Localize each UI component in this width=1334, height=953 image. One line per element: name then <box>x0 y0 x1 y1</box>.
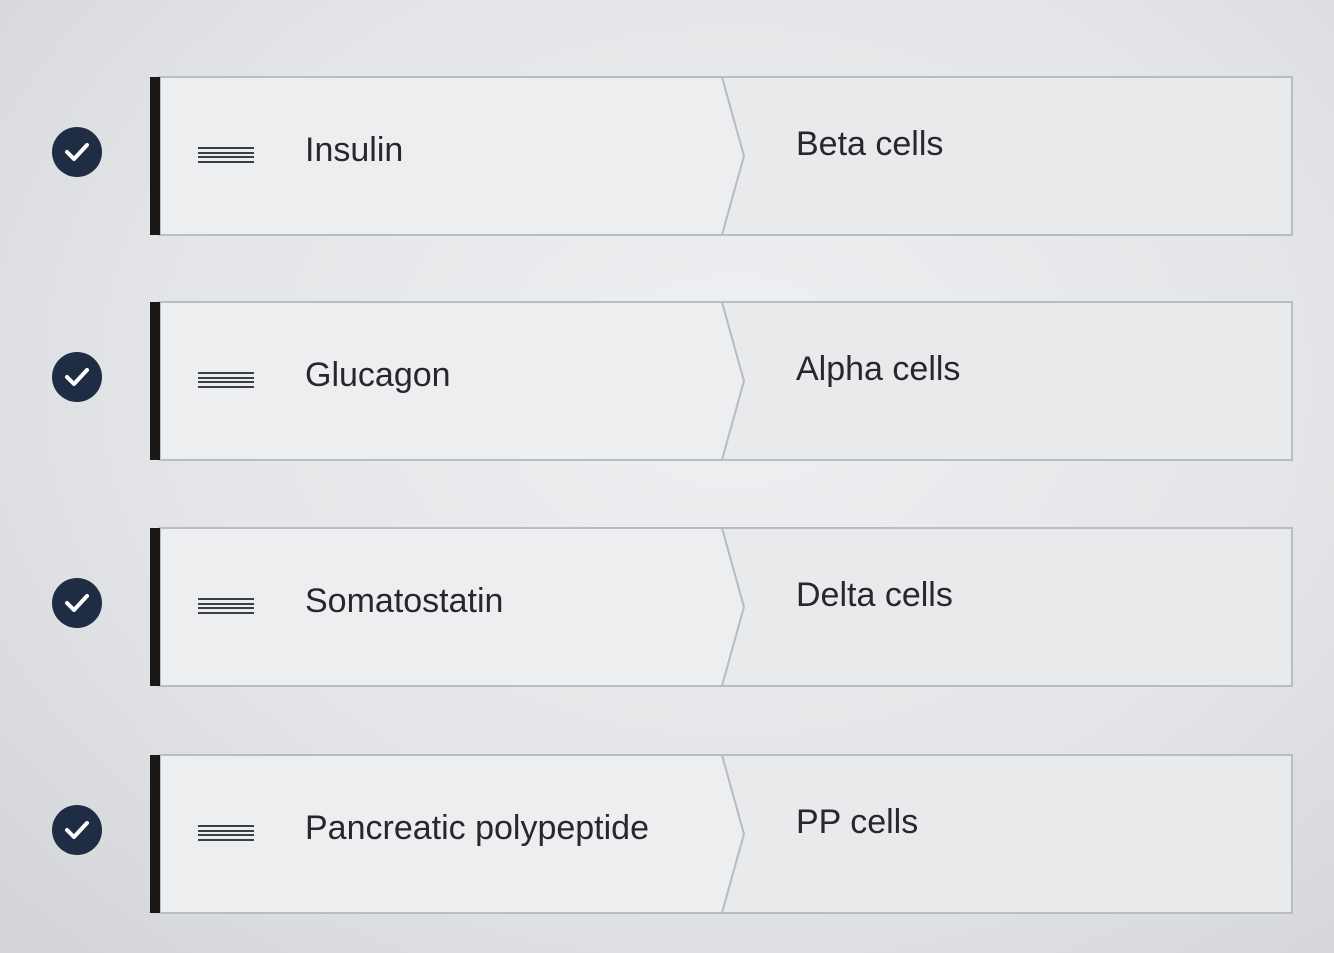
match-label: PP cells <box>796 803 919 841</box>
match-label: Alpha cells <box>796 350 961 388</box>
accent-bar <box>150 302 160 460</box>
matching-row: Insulin Beta cells <box>0 73 1334 239</box>
accent-bar <box>150 528 160 686</box>
drag-handle-icon[interactable] <box>198 825 254 841</box>
check-circle-icon <box>52 805 102 855</box>
match-pair: Somatostatin Delta cells <box>150 524 1295 690</box>
match-pair: Pancreatic polypeptide PP cells <box>150 751 1295 917</box>
check-circle-icon <box>52 127 102 177</box>
check-circle-icon <box>52 352 102 402</box>
accent-bar <box>150 755 160 913</box>
match-label: Delta cells <box>796 576 953 614</box>
term-label[interactable]: Glucagon <box>305 356 451 395</box>
drag-handle-icon[interactable] <box>198 147 254 163</box>
drag-handle-icon[interactable] <box>198 598 254 614</box>
check-circle-icon <box>52 578 102 628</box>
match-pair: Insulin Beta cells <box>150 73 1295 239</box>
term-label[interactable]: Somatostatin <box>305 582 503 621</box>
matching-row: Somatostatin Delta cells <box>0 524 1334 690</box>
match-label: Beta cells <box>796 125 944 163</box>
matching-row: Pancreatic polypeptide PP cells <box>0 751 1334 917</box>
term-label[interactable]: Pancreatic polypeptide <box>305 809 649 848</box>
drag-handle-icon[interactable] <box>198 372 254 388</box>
term-label[interactable]: Insulin <box>305 131 403 170</box>
match-pair: Glucagon Alpha cells <box>150 298 1295 464</box>
matching-row: Glucagon Alpha cells <box>0 298 1334 464</box>
accent-bar <box>150 77 160 235</box>
